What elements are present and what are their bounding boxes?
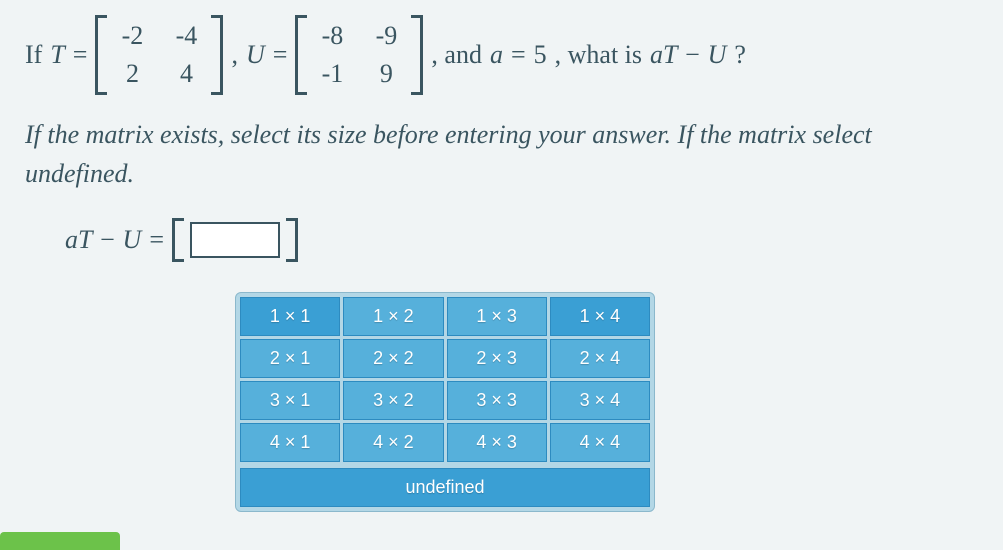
submit-button-partial[interactable] [0, 532, 120, 550]
answer-input[interactable] [190, 222, 280, 258]
matrix-t: -2 -4 2 4 [95, 15, 223, 95]
size-1x4[interactable]: 1 × 4 [550, 297, 650, 336]
size-2x3[interactable]: 2 × 3 [447, 339, 547, 378]
size-1x1[interactable]: 1 × 1 [240, 297, 340, 336]
var-u: U [246, 40, 265, 70]
u-11: 9 [371, 59, 401, 89]
size-4x2[interactable]: 4 × 2 [343, 423, 443, 462]
what-is: , what is [555, 40, 642, 70]
t-00: -2 [117, 21, 147, 51]
qmark: ? [734, 40, 746, 70]
eq2: = [273, 40, 288, 70]
instruction-text: If the matrix exists, select its size be… [25, 115, 978, 193]
var-t: T [50, 40, 64, 70]
t-10: 2 [117, 59, 147, 89]
eq1: = [73, 40, 88, 70]
u-10: -1 [317, 59, 347, 89]
var-a: a [490, 40, 503, 70]
eq3: = [511, 40, 526, 70]
answer-expr: aT − U [65, 225, 141, 255]
comma1: , [231, 40, 238, 70]
size-3x2[interactable]: 3 × 2 [343, 381, 443, 420]
answer-line: aT − U = [65, 218, 978, 262]
expr: aT − U [650, 40, 726, 70]
size-3x4[interactable]: 3 × 4 [550, 381, 650, 420]
size-4x4[interactable]: 4 × 4 [550, 423, 650, 462]
u-01: -9 [371, 21, 401, 51]
matrix-u: -8 -9 -1 9 [295, 15, 423, 95]
question-line: If T = -2 -4 2 4 , U = -8 -9 -1 9 , and … [25, 15, 978, 95]
size-1x3[interactable]: 1 × 3 [447, 297, 547, 336]
undefined-button[interactable]: undefined [240, 468, 650, 507]
size-2x1[interactable]: 2 × 1 [240, 339, 340, 378]
size-3x1[interactable]: 3 × 1 [240, 381, 340, 420]
size-3x3[interactable]: 3 × 3 [447, 381, 547, 420]
size-selector: 1 × 1 1 × 2 1 × 3 1 × 4 2 × 1 2 × 2 2 × … [235, 292, 655, 512]
size-2x4[interactable]: 2 × 4 [550, 339, 650, 378]
size-1x2[interactable]: 1 × 2 [343, 297, 443, 336]
size-4x1[interactable]: 4 × 1 [240, 423, 340, 462]
t-01: -4 [171, 21, 201, 51]
answer-matrix-placeholder [172, 218, 298, 262]
size-2x2[interactable]: 2 × 2 [343, 339, 443, 378]
answer-eq: = [149, 225, 164, 255]
u-00: -8 [317, 21, 347, 51]
t-11: 4 [171, 59, 201, 89]
comma-and: , and [431, 40, 482, 70]
size-4x3[interactable]: 4 × 3 [447, 423, 547, 462]
if-text: If [25, 40, 42, 70]
val-a: 5 [534, 40, 547, 70]
